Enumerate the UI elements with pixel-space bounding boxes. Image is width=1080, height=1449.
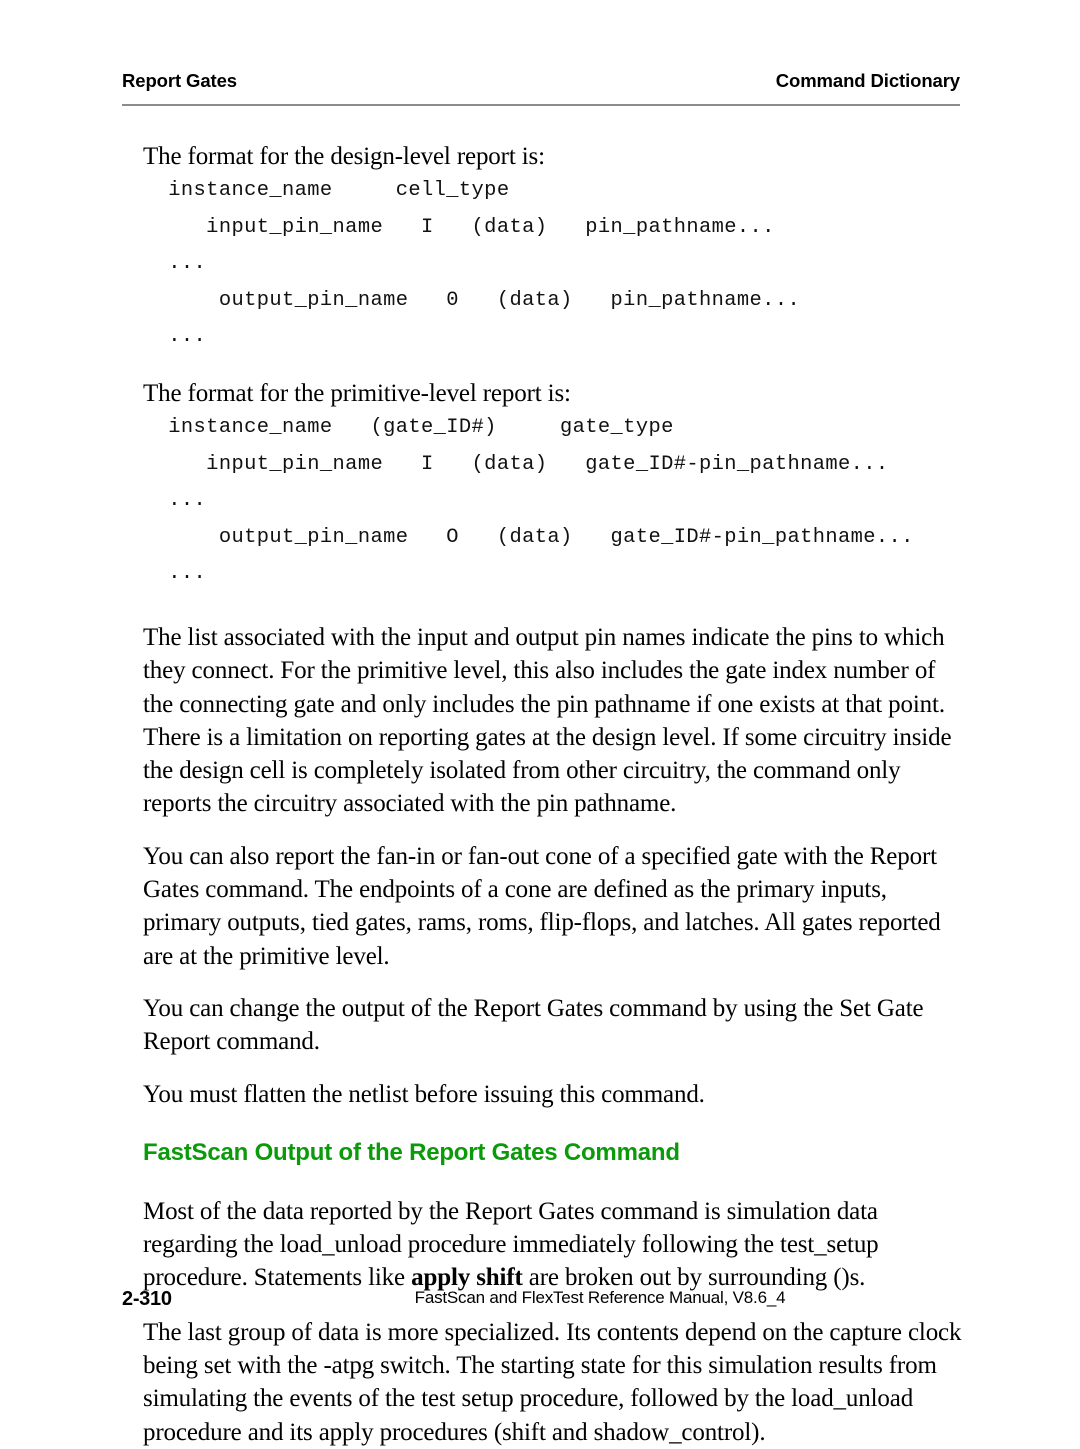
header-left-title: Report Gates — [122, 70, 237, 91]
running-header: Report Gates Command Dictionary — [122, 70, 960, 92]
paragraph-pin-list: The list associated with the input and o… — [143, 623, 952, 818]
code-block-primitive-level: instance_name (gate_ID#) gate_type input… — [168, 415, 914, 586]
section-heading-fastscan-output: FastScan Output of the Report Gates Comm… — [143, 1138, 680, 1166]
paragraph-flatten-netlist: You must flatten the netlist before issu… — [143, 1080, 705, 1108]
lead-in-design-level: The format for the design-level report i… — [143, 143, 545, 170]
paragraph-cone: You can also report the fan-in or fan-ou… — [143, 842, 941, 970]
page-content: The format for the design-level report i… — [143, 140, 963, 1449]
footer-manual-reference: FastScan and FlexTest Reference Manual, … — [414, 1288, 786, 1307]
code-block-design-level: instance_name cell_type input_pin_name I… — [168, 179, 801, 349]
running-footer: 2-310 FastScan and FlexTest Reference Ma… — [122, 1288, 960, 1311]
document-page: Report Gates Command Dictionary The form… — [0, 0, 1080, 1446]
paragraph-simulation-data: Most of the data reported by the Report … — [143, 1195, 963, 1295]
header-divider-rule — [122, 104, 960, 106]
header-right-title: Command Dictionary — [775, 70, 960, 91]
lead-in-primitive-level: The format for the primitive-level repor… — [143, 379, 571, 407]
paragraph-last-group: The last group of data is more specializ… — [143, 1318, 962, 1446]
paragraph-set-gate-report: You can change the output of the Report … — [143, 994, 924, 1056]
